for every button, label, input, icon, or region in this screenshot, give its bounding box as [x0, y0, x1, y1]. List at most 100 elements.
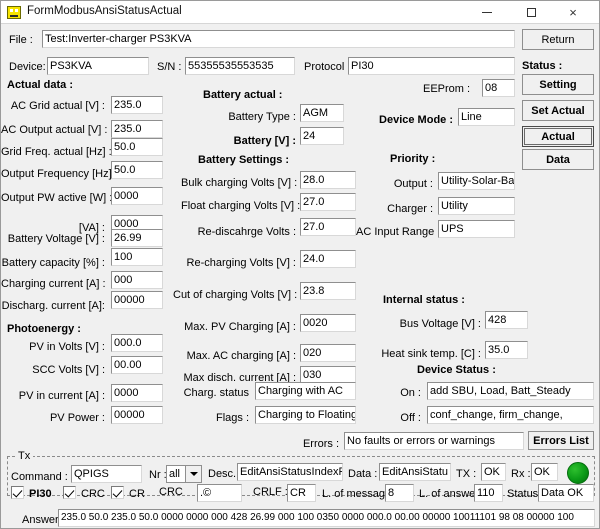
answer-field[interactable]: 235.0 50.0 235.0 50.0 0000 0000 000 428 …: [58, 509, 595, 527]
command-field[interactable]: QPIGS: [71, 465, 142, 483]
crlf-label: CRLF :: [253, 486, 288, 498]
ac-grid-field[interactable]: 235.0: [111, 96, 163, 114]
eeprom-label: EEProm :: [423, 83, 471, 95]
re-charging-field[interactable]: 24.0: [300, 250, 356, 268]
pv-in-current-field[interactable]: 0000: [111, 384, 163, 402]
desc-field[interactable]: EditAnsiStatusIndexPopis: [237, 463, 343, 481]
max-pv-charging-label: Max. PV Charging [A] :: [184, 321, 296, 333]
errors-list-button[interactable]: Errors List: [528, 431, 594, 450]
ac-input-range-label: AC Input Range :: [356, 226, 441, 238]
device-status-on-label: On :: [400, 387, 421, 399]
charging-current-field[interactable]: 000: [111, 271, 163, 289]
actual-data-title: Actual data :: [7, 79, 74, 91]
output-freq-field[interactable]: 50.0: [111, 161, 163, 179]
ac-grid-label: AC Grid actual [V] :: [10, 100, 105, 112]
bus-voltage-label: Bus Voltage [V] :: [399, 318, 481, 330]
charging-current-label: Charging current [A] :: [1, 278, 106, 290]
grid-freq-field[interactable]: 50.0: [111, 138, 163, 156]
minimize-button[interactable]: [467, 1, 507, 23]
ac-output-label: AC Output actual [V] :: [1, 124, 108, 136]
title-bar: FormModbusAnsiStatusActual ×: [1, 1, 599, 24]
nr-select[interactable]: all: [166, 465, 202, 483]
charg-status-label: Charg. status: [183, 387, 249, 399]
rx-field[interactable]: OK: [531, 463, 558, 481]
set-actual-button[interactable]: Set Actual: [522, 100, 594, 121]
app-icon: [7, 6, 21, 19]
status-led: [567, 462, 589, 484]
tx-field[interactable]: OK: [481, 463, 506, 481]
float-charging-field[interactable]: 27.0: [300, 193, 356, 211]
bulk-charging-label: Bulk charging Volts [V] :: [181, 177, 298, 189]
bulk-charging-field[interactable]: 28.0: [300, 171, 356, 189]
flags-field[interactable]: Charging to Floating,: [255, 406, 356, 424]
grid-freq-label: Grid Freq. actual [Hz] :: [1, 146, 112, 158]
device-status-title: Device Status :: [417, 364, 496, 376]
actual-button[interactable]: Actual: [522, 126, 594, 147]
pi30-checkbox[interactable]: [11, 486, 24, 499]
output-pw-label: Output PW active [W] :: [1, 192, 113, 204]
protocol-field[interactable]: PI30: [348, 57, 515, 75]
pv-in-volts-label: PV in Volts [V] :: [29, 341, 105, 353]
crc-checkbox[interactable]: [63, 486, 76, 499]
ac-output-field[interactable]: 235.0: [111, 120, 163, 138]
device-mode-field[interactable]: Line: [458, 108, 515, 126]
crlf-field[interactable]: CR: [287, 484, 316, 502]
max-pv-charging-field[interactable]: 0020: [300, 314, 356, 332]
heat-sink-temp-field[interactable]: 35.0: [485, 341, 528, 359]
eeprom-field[interactable]: 08: [482, 79, 515, 97]
max-ac-charging-label: Max. AC charging [A] :: [186, 350, 296, 362]
scc-volts-label: SCC Volts [V] :: [32, 364, 105, 376]
tx-status-field[interactable]: Data OK: [538, 484, 594, 502]
data-label: Data :: [348, 468, 378, 480]
cut-of-charging-field[interactable]: 23.8: [300, 282, 356, 300]
re-charging-label: Re-charging Volts [V] :: [186, 257, 296, 269]
setting-button[interactable]: Setting: [522, 74, 594, 95]
battery-voltage-field[interactable]: 26.99: [111, 229, 163, 247]
device-status-off-field[interactable]: conf_change, firm_change,: [427, 406, 594, 424]
heat-sink-temp-label: Heat sink temp. [C] :: [381, 348, 481, 360]
battery-capacity-field[interactable]: 100: [111, 248, 163, 266]
priority-output-field[interactable]: Utility-Solar-Bat: [438, 172, 515, 190]
device-status-on-field[interactable]: add SBU, Load, Batt_Steady: [427, 382, 594, 400]
window-title: FormModbusAnsiStatusActual: [27, 5, 182, 17]
pv-power-field[interactable]: 00000: [111, 406, 163, 424]
data-field[interactable]: EditAnsiStatu: [379, 463, 451, 481]
chevron-down-icon[interactable]: [185, 466, 201, 482]
ac-input-range-field[interactable]: UPS: [438, 220, 515, 238]
priority-charger-field[interactable]: Utility: [438, 197, 515, 215]
battery-volt-label: Battery [V] :: [233, 135, 296, 147]
priority-title: Priority :: [390, 153, 436, 165]
pv-in-volts-field[interactable]: 000.0: [111, 334, 163, 352]
maximize-button[interactable]: [511, 1, 551, 23]
application-window: FormModbusAnsiStatusActual × File : Test…: [0, 0, 600, 529]
return-button[interactable]: Return: [522, 29, 594, 50]
scc-volts-field[interactable]: 00.00: [111, 356, 163, 374]
battery-type-field[interactable]: AGM: [300, 104, 344, 122]
len-answer-field[interactable]: 110: [474, 484, 503, 502]
len-message-field[interactable]: 8: [385, 484, 414, 502]
data-button[interactable]: Data: [522, 149, 594, 170]
max-ac-charging-field[interactable]: 020: [300, 344, 356, 362]
device-status-off-label: Off :: [400, 412, 421, 424]
sn-field[interactable]: 55355535553535: [185, 57, 295, 75]
errors-field[interactable]: No faults or errors or warnings: [344, 432, 524, 450]
cr-checkbox[interactable]: [111, 486, 124, 499]
file-label: File :: [9, 34, 33, 46]
file-field[interactable]: Test:Inverter-charger PS3KVA: [42, 30, 515, 48]
crc-value-field[interactable]: .©: [197, 484, 242, 502]
re-discharge-field[interactable]: 27.0: [300, 218, 356, 236]
float-charging-label: Float charging Volts [V] :: [181, 200, 301, 212]
output-pw-field[interactable]: 0000: [111, 187, 163, 205]
battery-capacity-label: Battery capacity [%] :: [1, 257, 105, 269]
discharge-current-label: Discharg. current [A]:: [1, 300, 105, 312]
charg-status-field[interactable]: Charging with AC: [255, 382, 356, 400]
device-label: Device:: [9, 61, 46, 73]
battery-volt-field[interactable]: 24: [300, 127, 344, 145]
close-button[interactable]: ×: [553, 1, 593, 23]
bus-voltage-field[interactable]: 428: [485, 311, 528, 329]
pi30-label: PI30: [29, 488, 52, 500]
device-field[interactable]: PS3KVA: [47, 57, 149, 75]
battery-actual-title: Battery actual :: [203, 89, 283, 101]
rx-label: Rx :: [511, 468, 531, 480]
discharge-current-field[interactable]: 00000: [111, 291, 163, 309]
